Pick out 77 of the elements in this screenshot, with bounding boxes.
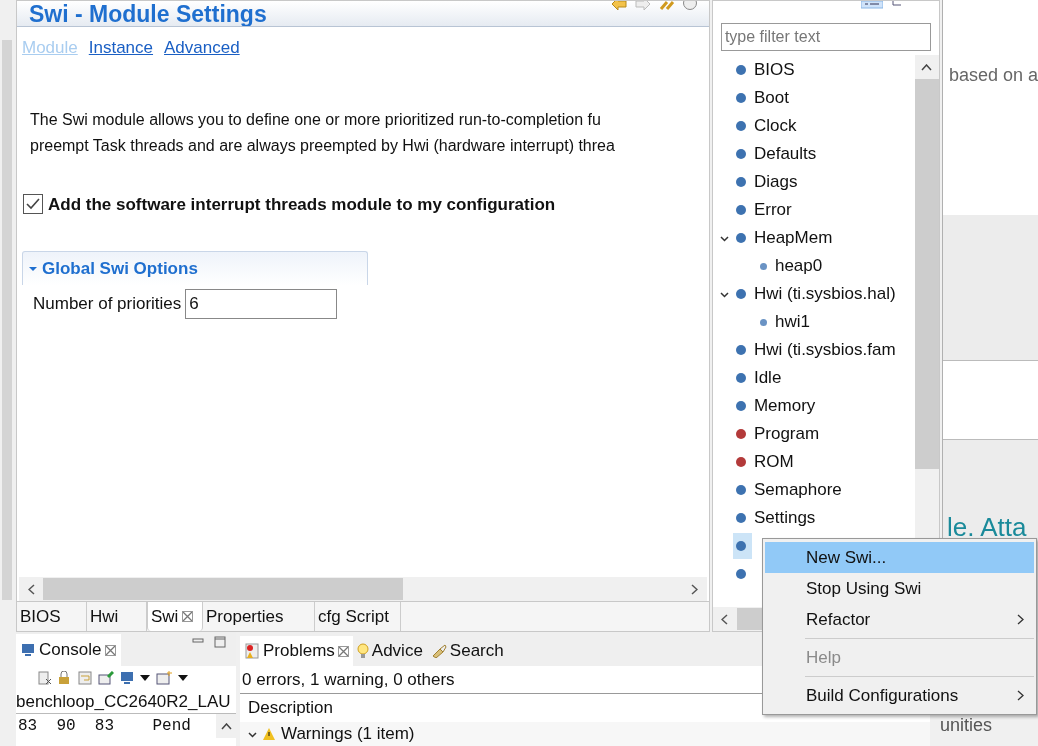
sync-icon[interactable]: [658, 1, 675, 11]
lightbulb-icon: [356, 643, 369, 659]
scrollbar-thumb[interactable]: [43, 578, 403, 600]
problems-icon: [244, 643, 260, 659]
editor-tab[interactable]: Swi: [147, 602, 203, 631]
tree-item[interactable]: Diags: [732, 169, 804, 195]
close-icon[interactable]: [182, 611, 194, 622]
page-text: unities: [940, 714, 993, 737]
tree-item[interactable]: Boot: [732, 85, 795, 111]
problems-tab[interactable]: Problems: [240, 636, 353, 666]
close-icon[interactable]: [337, 645, 349, 657]
console-tab[interactable]: Console: [16, 634, 122, 666]
field-label: Number of priorities: [33, 293, 182, 316]
tree-item[interactable]: [732, 533, 752, 559]
new-console-icon[interactable]: [156, 671, 172, 685]
menu-item[interactable]: Refactor: [765, 604, 1034, 635]
horizontal-scrollbar[interactable]: [19, 577, 707, 601]
checkbox-label: Add the software interrupt threads module to my configuration: [48, 193, 556, 216]
launch-name: benchloop_CC2640R2_LAU: [16, 690, 236, 714]
clear-console-icon[interactable]: [38, 671, 52, 685]
tree-item[interactable]: Clock: [732, 113, 803, 139]
description-text: preempt Task threads and are always preempted by Hwi (hardware interrupt) threa: [30, 135, 616, 156]
lock-icon[interactable]: [58, 671, 72, 685]
tree-item[interactable]: ROM: [732, 449, 800, 475]
dropdown-icon[interactable]: [140, 675, 150, 681]
scrollbar-thumb[interactable]: [914, 79, 939, 469]
section-header[interactable]: Global Swi Options: [22, 251, 368, 285]
scroll-up-icon[interactable]: [921, 63, 933, 71]
dropdown-icon[interactable]: [178, 675, 188, 681]
column-header: Description: [248, 697, 334, 720]
tree-item[interactable]: hwi1: [756, 309, 816, 335]
editor-title: Swi - Module Settings: [29, 1, 267, 26]
chevron-icon[interactable]: [720, 289, 730, 299]
close-icon[interactable]: [105, 644, 117, 656]
flat-layout-icon[interactable]: [860, 1, 883, 9]
tree-item[interactable]: Error: [732, 197, 798, 223]
page-text: based on a: [948, 65, 1038, 85]
tree-item[interactable]: Settings: [732, 505, 822, 531]
scroll-left-icon[interactable]: [27, 583, 35, 595]
chevron-icon[interactable]: [248, 729, 257, 739]
tree-row[interactable]: Warnings (1 item): [240, 722, 930, 746]
nav-link[interactable]: Instance: [88, 35, 154, 61]
chevron-icon[interactable]: [720, 233, 730, 243]
menu-item[interactable]: Stop Using Swi: [765, 573, 1034, 604]
number-field[interactable]: 6: [185, 289, 338, 319]
tree-item[interactable]: HeapMem: [732, 225, 839, 251]
editor-tab[interactable]: cfg Script: [315, 602, 401, 631]
description-text: The Swi module allows you to define one or more prioritized run-to-completion fu: [30, 109, 602, 130]
tree-item[interactable]: Hwi (ti.sysbios.hal): [732, 281, 902, 307]
console-line: 83 90 83 Pend: [18, 716, 192, 737]
minimize-icon[interactable]: [192, 636, 204, 646]
back-arrow-icon[interactable]: [610, 1, 627, 11]
monitor-icon[interactable]: [120, 671, 134, 685]
monitor-icon: [21, 643, 35, 657]
checkbox[interactable]: [23, 194, 43, 215]
tree-item[interactable]: Program: [732, 421, 826, 447]
tree-item[interactable]: Hwi (ti.sysbios.fam: [732, 337, 902, 363]
menu-item[interactable]: New Swi...: [765, 542, 1034, 573]
tree-item[interactable]: Memory: [732, 393, 822, 419]
scroll-up-icon[interactable]: [220, 722, 232, 730]
tree-item[interactable]: BIOS: [732, 57, 801, 83]
filter-field[interactable]: type filter text: [720, 23, 931, 51]
tree-item[interactable]: Semaphore: [732, 477, 848, 503]
tree-item[interactable]: Defaults: [732, 141, 823, 167]
caret-icon[interactable]: [29, 264, 37, 273]
scroll-right-icon[interactable]: [691, 583, 699, 595]
pin-icon[interactable]: [98, 671, 114, 685]
help-icon[interactable]: [682, 1, 697, 11]
scroll-left-icon[interactable]: [721, 613, 729, 625]
hierarchy-icon[interactable]: [890, 1, 903, 9]
tree-item[interactable]: heap0: [756, 253, 829, 279]
flashlight-icon: [430, 644, 447, 658]
warning-icon: [263, 728, 275, 740]
tree-item[interactable]: Idle: [732, 365, 788, 391]
maximize-icon[interactable]: [214, 636, 226, 648]
nav-link[interactable]: Advanced: [164, 35, 240, 61]
page-heading: le. Atta: [945, 511, 1028, 544]
